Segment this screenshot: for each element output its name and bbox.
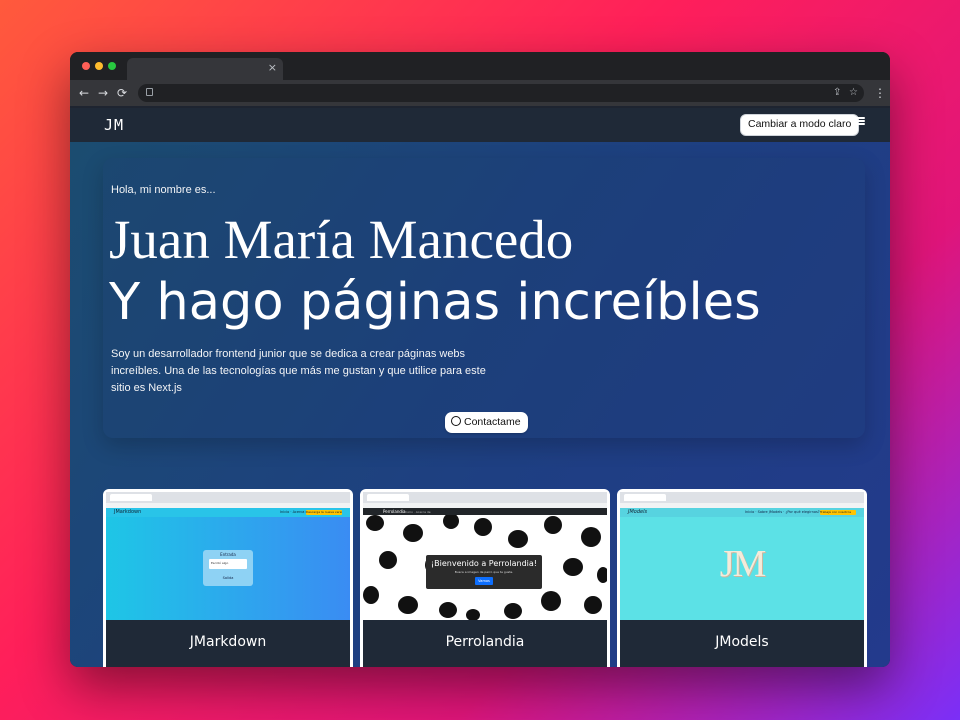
hero-description: Soy un desarrollador frontend junior que… — [111, 348, 486, 394]
mini-site-name: Perrolandia — [383, 509, 406, 514]
mini-site-nav: JMarkdown Inicio · Acerca de Descarga la… — [106, 508, 350, 517]
minimize-window-button[interactable] — [95, 62, 103, 70]
hero-section: Hola, mi nombre es... Juan María Mancedo… — [103, 158, 865, 438]
mini-welcome-panel: ¡Bienvenido a Perrolandia! Busca a image… — [426, 555, 542, 589]
mini-browser-bar — [106, 492, 350, 503]
mini-welcome-subtext: Busca a imagen de perro que te guste. — [454, 570, 514, 574]
bookmark-star-icon[interactable]: ☆ — [849, 86, 858, 100]
mini-dialog-title: Entrada — [220, 552, 236, 557]
project-title: Perrolandia — [445, 634, 525, 650]
maximize-window-button[interactable] — [108, 62, 116, 70]
project-screenshot-jmarkdown: JMarkdown Inicio · Acerca de Descarga la… — [106, 492, 350, 620]
hero-name: Juan María Mancedo — [109, 209, 574, 270]
whatsapp-icon — [451, 416, 461, 426]
mini-site-nav: Perrolandia Inicio · Acerca de — [363, 508, 607, 515]
project-card-footer: JMarkdown — [106, 620, 350, 667]
mini-browser-bar — [620, 492, 864, 503]
back-icon[interactable]: ← — [79, 85, 89, 101]
mini-nav-button: Descarga la nueva versión — [306, 510, 342, 515]
site-logo[interactable]: JM — [104, 116, 124, 134]
mini-site-nav: JModels Inicio · Sobre JModels · ¿Por qu… — [620, 508, 864, 517]
contact-button[interactable]: Contactame — [445, 412, 528, 433]
lock-icon — [146, 88, 153, 96]
project-title: JMarkdown — [189, 634, 267, 650]
mini-site-name: JMarkdown — [114, 509, 142, 515]
browser-window: × ← → ⟳ ⇪ ☆ ⋮ JM Cambiar a modo claro Ho… — [70, 52, 890, 667]
browser-menu-icon[interactable]: ⋮ — [874, 85, 886, 101]
reload-icon[interactable]: ⟳ — [117, 85, 127, 101]
share-icon[interactable]: ⇪ — [833, 86, 841, 100]
mini-site-name: JModels — [628, 509, 648, 515]
close-tab-icon[interactable]: × — [268, 61, 277, 75]
mini-dialog-footer: Salida — [222, 576, 234, 580]
project-title: JModels — [715, 634, 769, 650]
project-card-footer: Perrolandia — [363, 620, 607, 667]
project-card-jmarkdown[interactable]: JMarkdown Inicio · Acerca de Descarga la… — [103, 489, 353, 667]
site-navbar: JM Cambiar a modo claro — [70, 108, 890, 142]
address-bar[interactable]: ⇪ ☆ — [138, 84, 864, 102]
tab-strip: × — [70, 52, 890, 80]
hero-greeting: Hola, mi nombre es... — [111, 184, 216, 196]
forward-icon[interactable]: → — [98, 85, 108, 101]
mini-browser-bar — [363, 492, 607, 503]
browser-tab[interactable]: × — [127, 58, 283, 80]
mini-nav-links: Inicio · Acerca de — [405, 509, 431, 514]
mini-welcome-heading: ¡Bienvenido a Perrolandia! — [430, 559, 538, 568]
mini-dialog-input: Escribí algo — [209, 559, 247, 569]
theme-toggle-button[interactable]: Cambiar a modo claro — [740, 114, 860, 136]
project-screenshot-perrolandia: Perrolandia Inicio · Acerca de ¡Bienveni… — [363, 492, 607, 620]
hamburger-menu-icon[interactable] — [856, 117, 865, 125]
hero-tagline: Y hago páginas increíbles — [109, 273, 761, 332]
page-content: Hola, mi nombre es... Juan María Mancedo… — [70, 142, 890, 667]
mini-editor-dialog: Entrada Escribí algo Salida — [203, 550, 253, 586]
mini-jm-logo: JM — [719, 543, 767, 585]
mini-nav-button: Trabajá con nosotros — [820, 510, 856, 515]
browser-toolbar: ← → ⟳ ⇪ ☆ ⋮ — [70, 80, 890, 106]
contact-button-label: Contactame — [464, 416, 521, 428]
project-card-footer: JModels — [620, 620, 864, 667]
project-screenshot-jmodels: JModels Inicio · Sobre JModels · ¿Por qu… — [620, 492, 864, 620]
mini-welcome-button: Vamos — [475, 577, 493, 585]
close-window-button[interactable] — [82, 62, 90, 70]
project-card-jmodels[interactable]: JModels Inicio · Sobre JModels · ¿Por qu… — [617, 489, 867, 667]
mini-nav-links: Inicio · Sobre JModels · ¿Por qué elegir… — [745, 510, 820, 514]
project-card-perrolandia[interactable]: Perrolandia Inicio · Acerca de ¡Bienveni… — [360, 489, 610, 667]
